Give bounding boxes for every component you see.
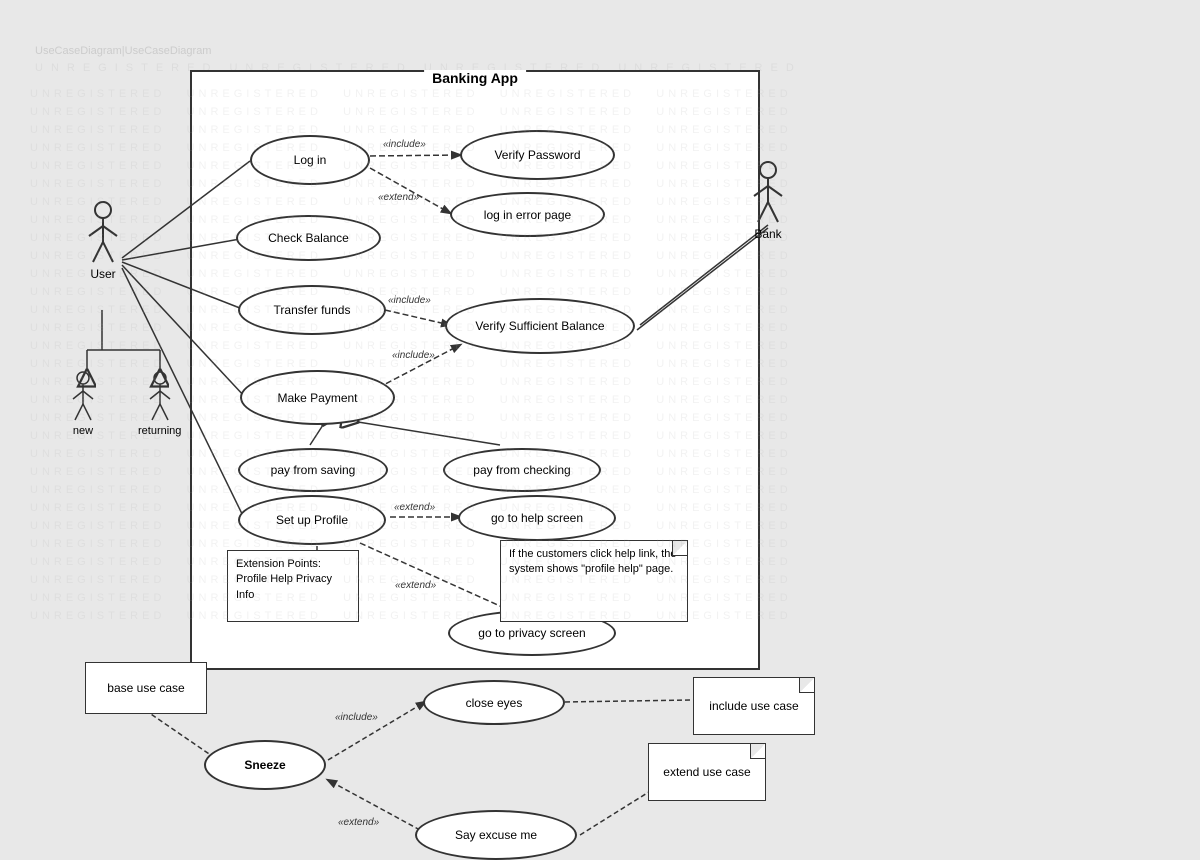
actor-new-label: new: [73, 425, 93, 437]
svg-text:«extend»: «extend»: [338, 817, 380, 828]
note-include-use-case: include use case: [693, 677, 815, 735]
use-case-go-to-help-screen: go to help screen: [458, 495, 616, 541]
note-extend-use-case: extend use case: [648, 743, 766, 801]
use-case-close-eyes: close eyes: [423, 680, 565, 725]
use-case-login: Log in: [250, 135, 370, 185]
actor-returning: returning: [138, 370, 181, 437]
use-case-login-error: log in error page: [450, 192, 605, 237]
actor-user: User: [85, 200, 121, 281]
use-case-setup-profile: Set up Profile: [238, 495, 386, 545]
actor-bank: Bank: [750, 160, 786, 241]
use-case-check-balance: Check Balance: [236, 215, 381, 261]
note-help: If the customers click help link, the sy…: [500, 540, 688, 622]
use-case-say-excuse-me: Say excuse me: [415, 810, 577, 860]
use-case-verify-sufficient-balance: Verify Sufficient Balance: [445, 298, 635, 354]
use-case-make-payment: Make Payment: [240, 370, 395, 425]
use-case-pay-from-checking: pay from checking: [443, 448, 601, 492]
use-case-verify-password: Verify Password: [460, 130, 615, 180]
use-case-transfer-funds: Transfer funds: [238, 285, 386, 335]
use-case-sneeze: Sneeze: [204, 740, 326, 790]
actor-bank-label: Bank: [754, 227, 781, 241]
note-extension-points: Extension Points: Profile Help Privacy I…: [227, 550, 359, 622]
diagram-container: UseCaseDiagram|UseCaseDiagram UNREGISTER…: [30, 40, 1170, 840]
actor-returning-label: returning: [138, 425, 181, 437]
note-base-use-case: base use case: [85, 662, 207, 714]
watermark-title: UseCaseDiagram|UseCaseDiagram: [35, 45, 211, 57]
system-title: Banking App: [424, 70, 526, 86]
actor-user-label: User: [90, 267, 115, 281]
actor-new: new: [68, 370, 98, 437]
use-case-pay-from-saving: pay from saving: [238, 448, 388, 492]
svg-text:«include»: «include»: [335, 712, 378, 723]
